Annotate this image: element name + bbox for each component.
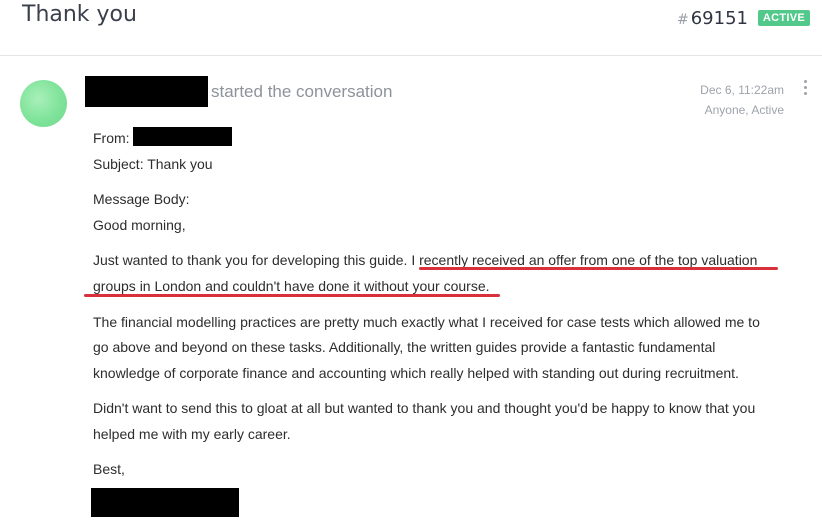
ticket-hash: # (677, 12, 689, 28)
greeting: Good morning, (93, 217, 186, 233)
paragraph-3-line-1: Didn't want to send this to gloat at all… (93, 400, 756, 416)
redacted-from-address (133, 127, 232, 146)
highlight-underline (84, 294, 500, 297)
ticket-number: 69151 (690, 8, 748, 29)
ticket-title: Thank you (22, 2, 137, 27)
kebab-dot (803, 86, 807, 89)
highlighted-text: I recently received an offer from one of… (411, 252, 758, 268)
message-timestamp: Dec 6, 11:22am (700, 83, 784, 97)
avatar[interactable] (20, 80, 67, 127)
highlight-underline (419, 267, 778, 270)
conversation-action: started the conversation (211, 82, 393, 101)
paragraph-3-line-2: helped me with my early career. (93, 426, 291, 442)
message-visibility: Anyone, Active (704, 103, 784, 117)
from-label: From: (93, 130, 130, 146)
status-badge: ACTIVE (757, 10, 810, 26)
kebab-dot (803, 92, 807, 95)
kebab-dot (803, 80, 807, 83)
ticket-page: Thank you #69151 ACTIVE started the conv… (0, 0, 822, 526)
paragraph-1-line-1: Just wanted to thank you for developing … (93, 252, 757, 268)
paragraph-2-line-1: The financial modelling practices are pr… (93, 314, 760, 330)
paragraph-1-line-2: groups in London and couldn't have done … (93, 278, 490, 294)
paragraph-2-line-3: knowledge of corporate finance and accou… (93, 365, 739, 381)
ticket-id: #69151 (677, 8, 748, 29)
paragraph-1-intro: Just wanted to thank you for developing … (93, 252, 408, 268)
redacted-signature (91, 488, 239, 517)
subject-line: Subject: Thank you (93, 156, 213, 172)
body-label: Message Body: (93, 191, 190, 207)
paragraph-2-line-2: go above and beyond on these tasks. Addi… (93, 339, 716, 355)
kebab-menu-icon[interactable] (800, 80, 810, 98)
redacted-author-name (85, 76, 208, 107)
ticket-header: Thank you #69151 ACTIVE (0, 0, 822, 56)
sign-off: Best, (93, 461, 125, 477)
